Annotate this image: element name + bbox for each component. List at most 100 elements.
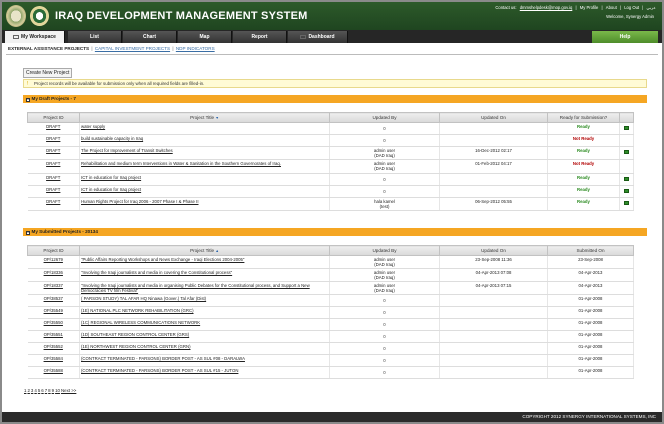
- page-link[interactable]: 7: [45, 388, 47, 393]
- collapse-icon[interactable]: −: [26, 230, 30, 235]
- page-link[interactable]: 9: [52, 388, 54, 393]
- help-button[interactable]: Help: [592, 31, 658, 43]
- page-link[interactable]: 4: [34, 388, 36, 393]
- project-id-link[interactable]: DRAFT: [46, 161, 60, 166]
- col-project-title[interactable]: Project Title ▲: [79, 245, 330, 256]
- ready-status-cell: Ready: [547, 146, 620, 160]
- tab-dashboard[interactable]: Dashboard: [288, 31, 348, 43]
- about-link[interactable]: About: [606, 5, 617, 10]
- col-updated-on[interactable]: Updated On: [439, 245, 548, 256]
- project-id-cell: OP/35588: [27, 366, 80, 379]
- logout-link[interactable]: Log Out: [624, 5, 639, 10]
- updated-on-cell: [439, 366, 548, 379]
- project-id-link[interactable]: DRAFT: [46, 199, 60, 204]
- page-link[interactable]: 3: [31, 388, 33, 393]
- project-title-link[interactable]: (1E) NATIONAL PLC NETWORK REHABILITATION…: [81, 308, 194, 313]
- project-id-link[interactable]: DRAFT: [46, 136, 60, 141]
- col-updated-by[interactable]: Updated By: [329, 245, 440, 256]
- subtab-ndp-indicators[interactable]: NDP INDICATORS: [176, 46, 215, 51]
- project-title-link[interactable]: Human Rights Project for Iraq 2006 - 200…: [81, 199, 199, 204]
- create-new-project-button[interactable]: Create New Project: [23, 68, 73, 78]
- tab-my-workspace[interactable]: My Workspace: [5, 31, 65, 43]
- ministry-logo: [30, 6, 49, 26]
- project-id-link[interactable]: OP/35588: [44, 368, 63, 373]
- project-title-link[interactable]: build sustainable capacity in Iraq: [81, 136, 143, 141]
- next-page-link[interactable]: Next >>: [61, 388, 76, 393]
- page-link[interactable]: 6: [41, 388, 43, 393]
- collapse-icon[interactable]: −: [26, 97, 30, 102]
- project-title-link[interactable]: "Public Affairs Reporting Workshops and …: [81, 257, 244, 262]
- col-project-id[interactable]: Project ID: [27, 112, 80, 123]
- tab-list[interactable]: List: [68, 31, 122, 43]
- page-link[interactable]: 10: [55, 388, 60, 393]
- project-title-cell: "Involving the Iraqi journalists and med…: [79, 281, 330, 295]
- my-profile-link[interactable]: My Profile: [580, 5, 599, 10]
- project-title-link[interactable]: "Involving the Iraqi journalists and med…: [81, 270, 232, 275]
- page-link[interactable]: 2: [27, 388, 29, 393]
- col-project-id[interactable]: Project ID: [27, 245, 80, 256]
- project-id-link[interactable]: OP/35551: [44, 332, 63, 337]
- project-title-link[interactable]: (CONTRACT TERMINATED - PARSONS) BORDER P…: [81, 356, 245, 361]
- project-title-link[interactable]: ( PARSON STUDY) TAL AFAR HQ Ninawa (Gove…: [81, 296, 206, 301]
- submitted-projects-header[interactable]: − My Submitted Projects - 20134: [23, 228, 647, 236]
- submit-project-icon[interactable]: [624, 201, 629, 205]
- project-title-link[interactable]: Rehabilitation and medium term Intervent…: [81, 161, 281, 166]
- col-submitted-on[interactable]: Submitted On: [547, 245, 634, 256]
- project-id-link[interactable]: DRAFT: [46, 187, 60, 192]
- submitted-on-cell: 04-Apr-2013: [547, 281, 634, 295]
- project-id-link[interactable]: DRAFT: [46, 124, 60, 129]
- submitted-on-cell: 04-Apr-2013: [547, 268, 634, 282]
- submit-project-icon[interactable]: [624, 189, 629, 193]
- ready-status-cell: Ready: [547, 185, 620, 198]
- project-id-link[interactable]: OP/35550: [44, 320, 63, 325]
- arabic-language-link[interactable]: عربي: [647, 5, 656, 10]
- project-title-link[interactable]: (1D) SOUTHEAST REGION CONTROL CENTER (GR…: [81, 332, 189, 337]
- project-id-link[interactable]: OP/38537: [44, 296, 63, 301]
- project-id-link[interactable]: OP/18337: [44, 283, 63, 288]
- project-id-link[interactable]: OP/18336: [44, 270, 63, 275]
- table-row: OP/18336 "Involving the Iraqi journalists…: [27, 268, 634, 282]
- updated-by-cell: admin user (DAD Iraq): [329, 281, 440, 295]
- tab-map[interactable]: Map: [178, 31, 232, 43]
- project-id-link[interactable]: OP/35584: [44, 356, 63, 361]
- page-link[interactable]: 8: [48, 388, 50, 393]
- updated-by-cell: 0: [329, 306, 440, 319]
- project-title-link[interactable]: The Project for Improvement of Transit S…: [81, 148, 173, 153]
- project-title-link[interactable]: water supply: [81, 124, 105, 129]
- project-title-link[interactable]: ICT in education for Iraq project: [81, 187, 141, 192]
- updated-by-cell: 0: [329, 134, 440, 147]
- updated-by-empty: 0: [383, 358, 386, 363]
- project-title-link[interactable]: (1E) NORTHWEST REGION CONTROL CENTER (GR…: [81, 344, 191, 349]
- col-ready-for-submission[interactable]: Ready for Submission?: [547, 112, 620, 123]
- subtab-external-assistance[interactable]: EXTERNAL ASSISTANCE PROJECTS: [8, 46, 89, 51]
- col-project-title[interactable]: Project Title ▼: [79, 112, 330, 123]
- project-id-cell: DRAFT: [27, 146, 80, 160]
- project-title-link[interactable]: "Involving the Iraqi journalists and med…: [81, 283, 310, 293]
- subtab-capital-investment[interactable]: CAPITAL INVESTMENT PROJECTS: [95, 46, 170, 51]
- tab-report[interactable]: Report: [233, 31, 287, 43]
- project-title-link[interactable]: (1C) REGIONAL WIRELESS COMMUNICATIONS NE…: [81, 320, 200, 325]
- project-title-link[interactable]: ICT in education for Iraq project: [81, 175, 141, 180]
- updated-by-cell: 0: [329, 185, 440, 198]
- action-cell: [619, 146, 634, 160]
- submit-project-icon[interactable]: [624, 126, 629, 130]
- project-id-link[interactable]: OP/35552: [44, 344, 63, 349]
- project-title-link[interactable]: (CONTRACT TERMINATED - PARSONS) BORDER P…: [81, 368, 238, 373]
- project-id-link[interactable]: DRAFT: [46, 148, 60, 153]
- status-badge: Not Ready: [572, 136, 595, 141]
- submit-project-icon[interactable]: [624, 150, 629, 154]
- page-link[interactable]: 5: [38, 388, 40, 393]
- updated-by-cell: admin user (DAD Iraq): [329, 159, 440, 174]
- project-id-link[interactable]: OP/12679: [44, 257, 63, 262]
- updated-by-cell: 0: [329, 354, 440, 367]
- tab-chart[interactable]: Chart: [123, 31, 177, 43]
- draft-projects-header[interactable]: − My Draft Projects - 7: [23, 95, 647, 103]
- workspace-icon: [13, 34, 20, 39]
- col-updated-on[interactable]: Updated On: [439, 112, 548, 123]
- submit-project-icon[interactable]: [624, 177, 629, 181]
- col-updated-by[interactable]: Updated By: [329, 112, 440, 123]
- contact-email-link[interactable]: dmmshelpdesk@mop.gov.iq: [520, 5, 573, 10]
- action-cell: [619, 197, 634, 211]
- project-id-link[interactable]: DRAFT: [46, 175, 60, 180]
- project-id-link[interactable]: OP/35549: [44, 308, 63, 313]
